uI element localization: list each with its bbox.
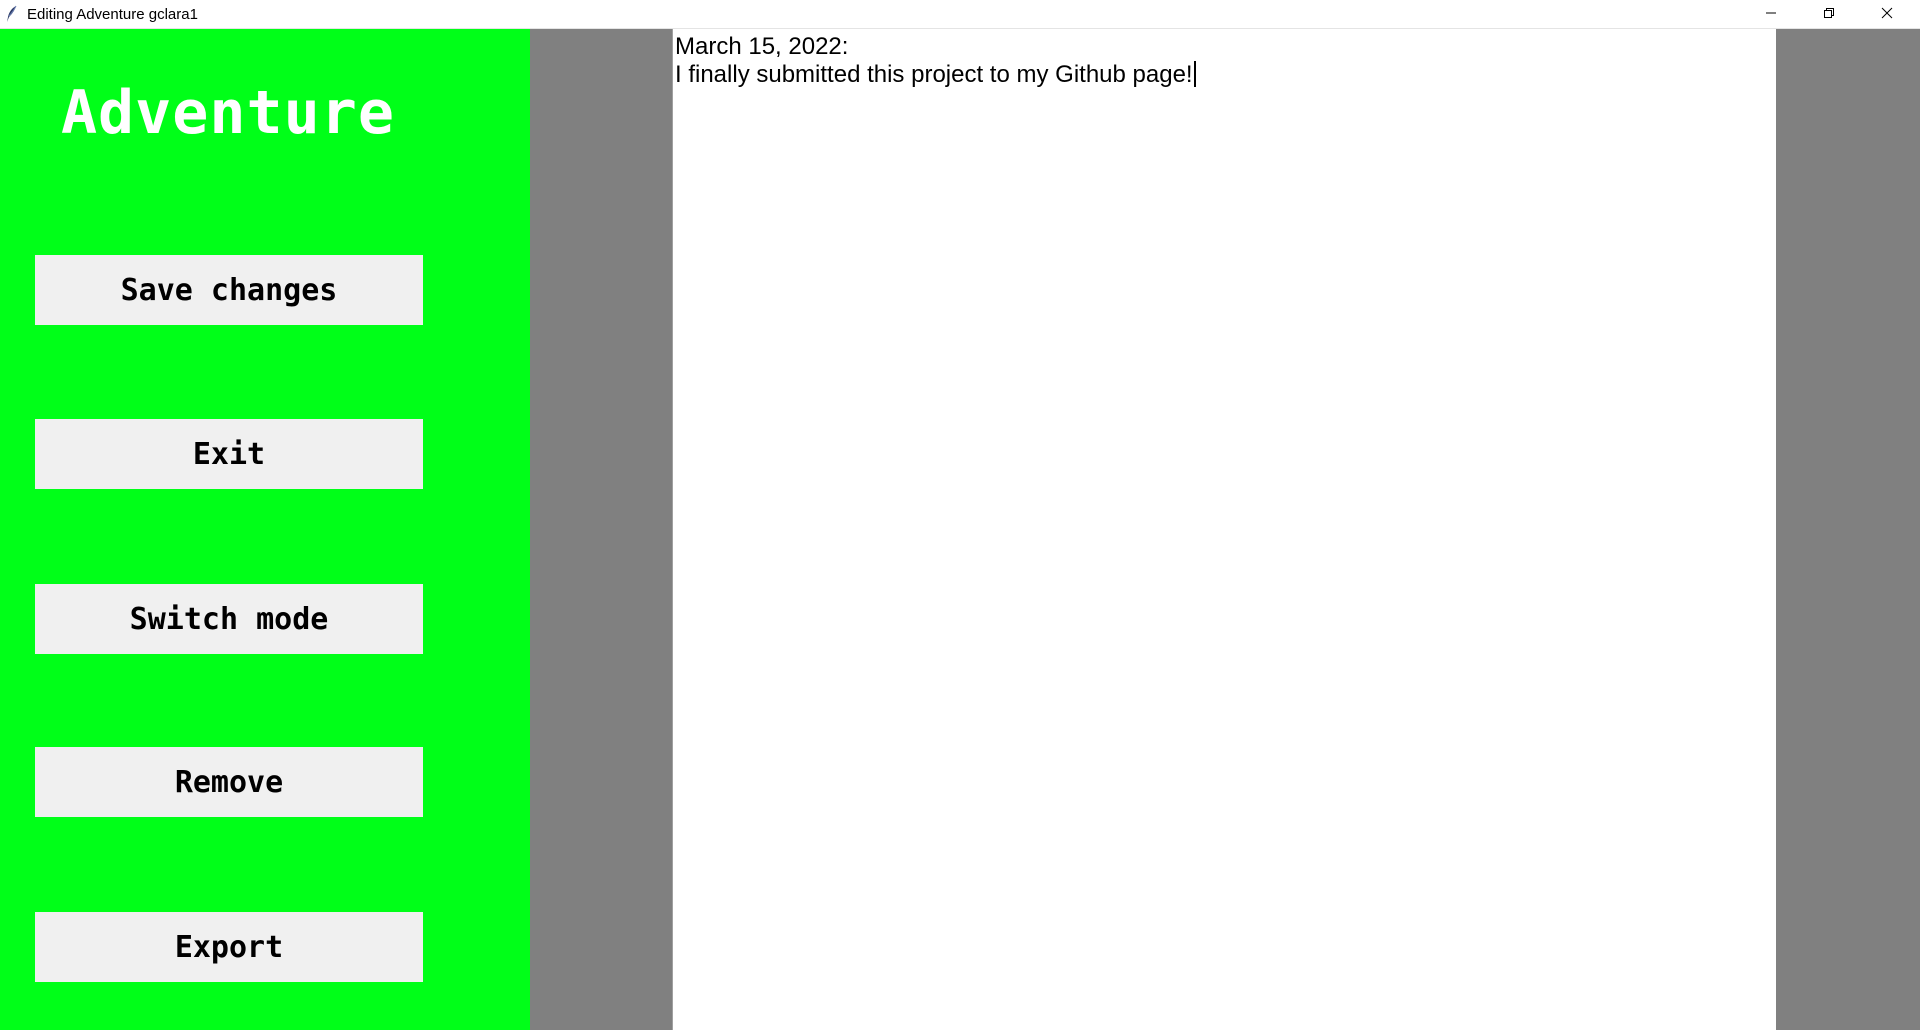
editor-line: March 15, 2022:: [675, 33, 1774, 61]
feather-icon: [6, 5, 18, 23]
restore-button[interactable]: [1800, 0, 1858, 29]
editor-line-text: March 15, 2022:: [675, 33, 849, 60]
window-title: Editing Adventure gclara1: [27, 6, 198, 23]
editor-line: I finally submitted this project to my G…: [675, 61, 1774, 89]
remove-button[interactable]: Remove: [35, 747, 423, 817]
sidebar: Adventure Save changes Exit Switch mode …: [0, 29, 530, 1030]
sidebar-title: Adventure: [60, 78, 396, 148]
close-button[interactable]: [1858, 0, 1916, 29]
restore-icon: [1823, 6, 1835, 24]
switch-mode-button[interactable]: Switch mode: [35, 584, 423, 654]
minimize-button[interactable]: [1742, 0, 1800, 29]
title-bar[interactable]: Editing Adventure gclara1: [0, 0, 1920, 29]
editor-line-text: I finally submitted this project to my G…: [675, 61, 1193, 88]
app-window: Editing Adventure gclara1 Adventure Save…: [0, 0, 1920, 1030]
close-icon: [1881, 6, 1893, 24]
text-caret: [1193, 61, 1196, 87]
text-editor[interactable]: March 15, 2022: I finally submitted this…: [672, 29, 1776, 1030]
save-changes-button[interactable]: Save changes: [35, 255, 423, 325]
export-button[interactable]: Export: [35, 912, 423, 982]
exit-button[interactable]: Exit: [35, 419, 423, 489]
minimize-icon: [1765, 6, 1777, 24]
